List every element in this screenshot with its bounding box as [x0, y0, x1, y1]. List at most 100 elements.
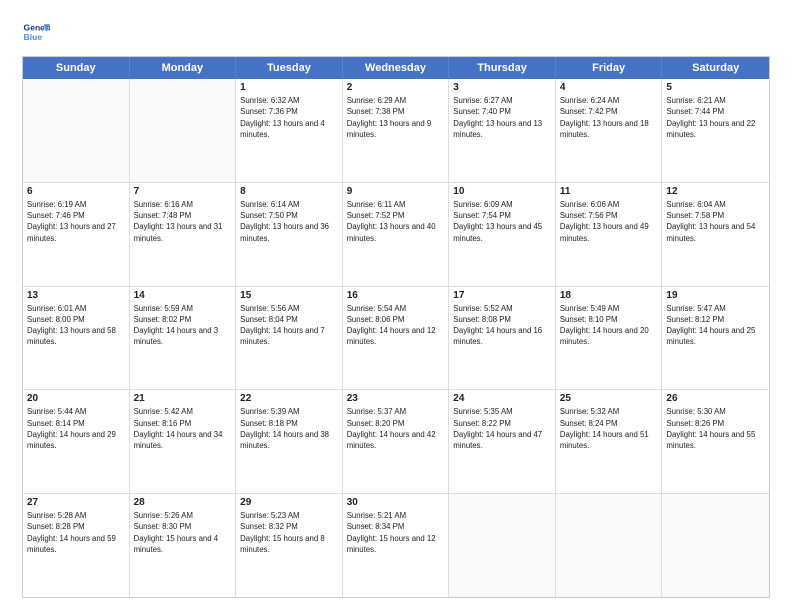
day-number: 1: [240, 82, 338, 93]
calendar-cell: 20Sunrise: 5:44 AM Sunset: 8:14 PM Dayli…: [23, 390, 130, 493]
day-number: 14: [134, 290, 232, 301]
sun-info: Sunrise: 5:44 AM Sunset: 8:14 PM Dayligh…: [27, 406, 125, 451]
sun-info: Sunrise: 5:39 AM Sunset: 8:18 PM Dayligh…: [240, 406, 338, 451]
sun-info: Sunrise: 6:16 AM Sunset: 7:48 PM Dayligh…: [134, 199, 232, 244]
day-number: 10: [453, 186, 551, 197]
calendar-cell: 6 Sunrise: 6:19 AM Sunset: 7:46 PM Daylig…: [23, 183, 130, 286]
day-number: 23: [347, 393, 445, 404]
day-number: 27: [27, 497, 125, 508]
sun-info: Sunrise: 5:37 AM Sunset: 8:20 PM Dayligh…: [347, 406, 445, 451]
svg-text:Blue: Blue: [24, 32, 43, 42]
calendar-cell: 29Sunrise: 5:23 AM Sunset: 8:32 PM Dayli…: [236, 494, 343, 597]
day-number: 15: [240, 290, 338, 301]
day-number: 16: [347, 290, 445, 301]
sun-info: Sunrise: 6:19 AM Sunset: 7:46 PM Dayligh…: [27, 199, 125, 244]
sun-info: Sunrise: 6:32 AM Sunset: 7:36 PM Dayligh…: [240, 95, 338, 140]
day-number: 21: [134, 393, 232, 404]
calendar-cell: 2 Sunrise: 6:29 AM Sunset: 7:38 PM Daylig…: [343, 79, 450, 182]
sun-info: Sunrise: 6:06 AM Sunset: 7:56 PM Dayligh…: [560, 199, 658, 244]
calendar-body: 1 Sunrise: 6:32 AM Sunset: 7:36 PM Daylig…: [23, 79, 769, 597]
calendar-cell: 28 Sunrise: 5:26 AM Sunset: 8:30 PM Dayli…: [130, 494, 237, 597]
calendar-cell: 12 Sunrise: 6:04 AM Sunset: 7:58 PM Dayli…: [662, 183, 769, 286]
logo: General Blue: [22, 18, 50, 46]
calendar-cell: 16 Sunrise: 5:54 AM Sunset: 8:06 PM Dayli…: [343, 287, 450, 390]
calendar-cell: 30Sunrise: 5:21 AM Sunset: 8:34 PM Dayli…: [343, 494, 450, 597]
calendar-row: 1 Sunrise: 6:32 AM Sunset: 7:36 PM Daylig…: [23, 79, 769, 183]
sun-info: Sunrise: 5:35 AM Sunset: 8:22 PM Dayligh…: [453, 406, 551, 451]
day-number: 28: [134, 497, 232, 508]
sun-info: Sunrise: 5:56 AM Sunset: 8:04 PM Dayligh…: [240, 303, 338, 348]
day-number: 12: [666, 186, 765, 197]
calendar-cell: 11 Sunrise: 6:06 AM Sunset: 7:56 PM Dayli…: [556, 183, 663, 286]
sun-info: Sunrise: 6:21 AM Sunset: 7:44 PM Dayligh…: [666, 95, 765, 140]
sun-info: Sunrise: 5:42 AM Sunset: 8:16 PM Dayligh…: [134, 406, 232, 451]
day-number: 6: [27, 186, 125, 197]
sun-info: Sunrise: 6:14 AM Sunset: 7:50 PM Dayligh…: [240, 199, 338, 244]
calendar-cell: 4Sunrise: 6:24 AM Sunset: 7:42 PM Daylig…: [556, 79, 663, 182]
day-number: 9: [347, 186, 445, 197]
calendar-cell: 15 Sunrise: 5:56 AM Sunset: 8:04 PM Dayli…: [236, 287, 343, 390]
calendar: SundayMondayTuesdayWednesdayThursdayFrid…: [22, 56, 770, 598]
weekday-header: Thursday: [449, 57, 556, 79]
day-number: 7: [134, 186, 232, 197]
calendar-cell: [662, 494, 769, 597]
sun-info: Sunrise: 5:32 AM Sunset: 8:24 PM Dayligh…: [560, 406, 658, 451]
calendar-row: 20Sunrise: 5:44 AM Sunset: 8:14 PM Dayli…: [23, 390, 769, 494]
sun-info: Sunrise: 6:09 AM Sunset: 7:54 PM Dayligh…: [453, 199, 551, 244]
weekday-header: Saturday: [662, 57, 769, 79]
day-number: 8: [240, 186, 338, 197]
sun-info: Sunrise: 5:52 AM Sunset: 8:08 PM Dayligh…: [453, 303, 551, 348]
calendar-header: SundayMondayTuesdayWednesdayThursdayFrid…: [23, 57, 769, 79]
sun-info: Sunrise: 5:26 AM Sunset: 8:30 PM Dayligh…: [134, 510, 232, 555]
day-number: 24: [453, 393, 551, 404]
calendar-cell: [556, 494, 663, 597]
sun-info: Sunrise: 6:01 AM Sunset: 8:00 PM Dayligh…: [27, 303, 125, 348]
calendar-cell: 7 Sunrise: 6:16 AM Sunset: 7:48 PM Daylig…: [130, 183, 237, 286]
calendar-cell: 26 Sunrise: 5:30 AM Sunset: 8:26 PM Dayli…: [662, 390, 769, 493]
sun-info: Sunrise: 6:29 AM Sunset: 7:38 PM Dayligh…: [347, 95, 445, 140]
sun-info: Sunrise: 6:27 AM Sunset: 7:40 PM Dayligh…: [453, 95, 551, 140]
sun-info: Sunrise: 6:04 AM Sunset: 7:58 PM Dayligh…: [666, 199, 765, 244]
calendar-cell: [449, 494, 556, 597]
calendar-cell: 21 Sunrise: 5:42 AM Sunset: 8:16 PM Dayli…: [130, 390, 237, 493]
sun-info: Sunrise: 5:30 AM Sunset: 8:26 PM Dayligh…: [666, 406, 765, 451]
calendar-cell: 25 Sunrise: 5:32 AM Sunset: 8:24 PM Dayli…: [556, 390, 663, 493]
calendar-cell: 19Sunrise: 5:47 AM Sunset: 8:12 PM Dayli…: [662, 287, 769, 390]
day-number: 19: [666, 290, 765, 301]
sun-info: Sunrise: 5:28 AM Sunset: 8:28 PM Dayligh…: [27, 510, 125, 555]
calendar-cell: 8 Sunrise: 6:14 AM Sunset: 7:50 PM Daylig…: [236, 183, 343, 286]
logo-icon: General Blue: [22, 18, 50, 46]
page: General Blue SundayMondayTuesdayWednesda…: [0, 0, 792, 612]
calendar-cell: 3Sunrise: 6:27 AM Sunset: 7:40 PM Daylig…: [449, 79, 556, 182]
calendar-cell: 13 Sunrise: 6:01 AM Sunset: 8:00 PM Dayli…: [23, 287, 130, 390]
sun-info: Sunrise: 5:49 AM Sunset: 8:10 PM Dayligh…: [560, 303, 658, 348]
calendar-cell: 1 Sunrise: 6:32 AM Sunset: 7:36 PM Daylig…: [236, 79, 343, 182]
calendar-cell: 5 Sunrise: 6:21 AM Sunset: 7:44 PM Daylig…: [662, 79, 769, 182]
day-number: 13: [27, 290, 125, 301]
calendar-cell: [23, 79, 130, 182]
day-number: 17: [453, 290, 551, 301]
weekday-header: Wednesday: [343, 57, 450, 79]
calendar-cell: 14Sunrise: 5:59 AM Sunset: 8:02 PM Dayli…: [130, 287, 237, 390]
calendar-cell: [130, 79, 237, 182]
sun-info: Sunrise: 5:54 AM Sunset: 8:06 PM Dayligh…: [347, 303, 445, 348]
day-number: 2: [347, 82, 445, 93]
day-number: 29: [240, 497, 338, 508]
day-number: 18: [560, 290, 658, 301]
day-number: 30: [347, 497, 445, 508]
day-number: 4: [560, 82, 658, 93]
day-number: 5: [666, 82, 765, 93]
sun-info: Sunrise: 6:11 AM Sunset: 7:52 PM Dayligh…: [347, 199, 445, 244]
calendar-row: 6 Sunrise: 6:19 AM Sunset: 7:46 PM Daylig…: [23, 183, 769, 287]
calendar-cell: 17 Sunrise: 5:52 AM Sunset: 8:08 PM Dayli…: [449, 287, 556, 390]
weekday-header: Sunday: [23, 57, 130, 79]
day-number: 11: [560, 186, 658, 197]
calendar-cell: 10 Sunrise: 6:09 AM Sunset: 7:54 PM Dayli…: [449, 183, 556, 286]
weekday-header: Monday: [130, 57, 237, 79]
calendar-cell: 23 Sunrise: 5:37 AM Sunset: 8:20 PM Dayli…: [343, 390, 450, 493]
day-number: 25: [560, 393, 658, 404]
day-number: 26: [666, 393, 765, 404]
day-number: 22: [240, 393, 338, 404]
header: General Blue: [22, 18, 770, 46]
calendar-cell: 24 Sunrise: 5:35 AM Sunset: 8:22 PM Dayli…: [449, 390, 556, 493]
